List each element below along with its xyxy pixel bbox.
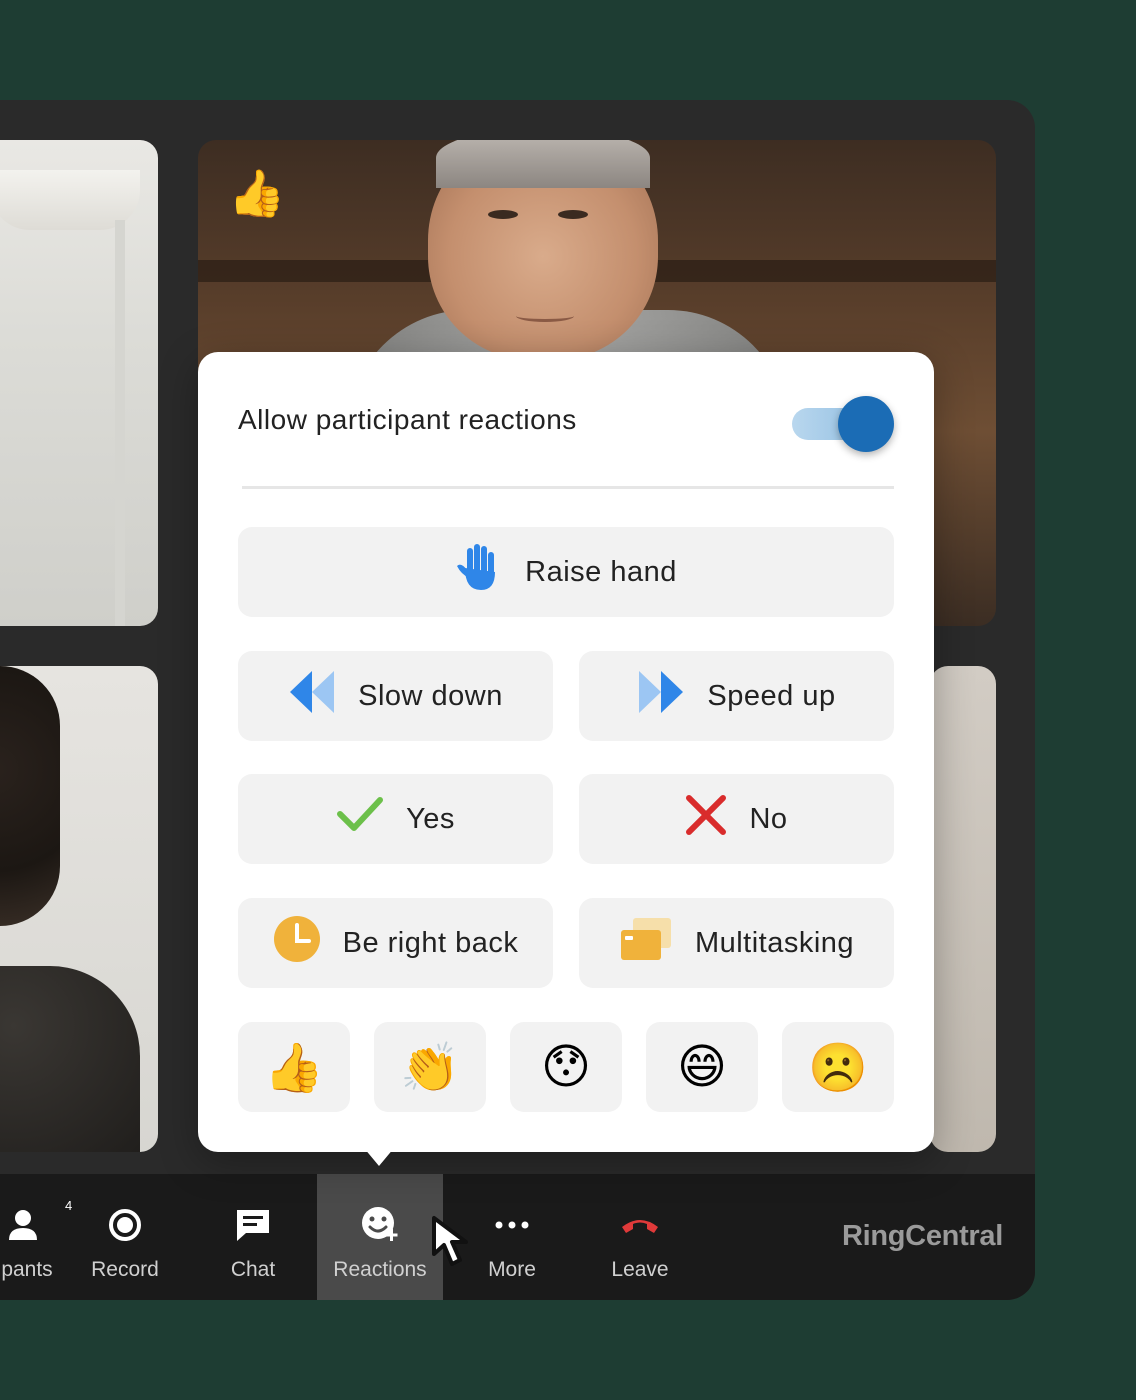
be-right-back-button[interactable]: Be right back	[238, 898, 553, 988]
leave-button[interactable]: Leave	[577, 1174, 703, 1300]
chat-icon	[234, 1204, 272, 1246]
reactions-popover: Allow participant reactions Raise hand S…	[198, 352, 934, 1152]
yes-label: Yes	[406, 802, 455, 835]
no-label: No	[749, 802, 788, 835]
raise-hand-button[interactable]: Raise hand	[238, 527, 894, 617]
video-tile-left-top	[0, 140, 158, 626]
participants-label: pants	[1, 1258, 53, 1281]
rewind-icon	[288, 669, 336, 723]
popover-header: Allow participant reactions	[238, 396, 894, 452]
thumbs-up-emoji-button[interactable]: 👍	[238, 1022, 350, 1112]
brand-logo: RingCentral	[841, 1220, 1003, 1252]
reactions-label: Reactions	[333, 1258, 427, 1281]
lamp-pole	[115, 220, 125, 626]
fast-forward-icon	[637, 669, 685, 723]
check-icon	[336, 796, 384, 842]
toggle-knob	[838, 396, 894, 452]
reactions-smiley-icon	[360, 1204, 400, 1246]
more-dots-icon	[494, 1204, 530, 1246]
record-button[interactable]: Record	[62, 1174, 188, 1300]
record-label: Record	[91, 1258, 159, 1281]
participant-eye-left	[488, 210, 518, 219]
raise-hand-label: Raise hand	[525, 555, 677, 588]
yes-button[interactable]: Yes	[238, 774, 553, 864]
reactions-button[interactable]: Reactions	[317, 1174, 443, 1300]
clapping-emoji-button[interactable]: 👏	[374, 1022, 486, 1112]
chat-button[interactable]: Chat	[190, 1174, 316, 1300]
grinning-emoji-button[interactable]: 😄	[646, 1022, 758, 1112]
raise-hand-icon	[455, 542, 503, 602]
video-tile-right-bottom	[930, 666, 996, 1152]
slow-down-label: Slow down	[358, 679, 503, 712]
participant-eye-right	[558, 210, 588, 219]
multitasking-label: Multitasking	[694, 926, 855, 959]
cross-icon	[685, 794, 727, 844]
thumbs-up-reaction-icon: 👍	[228, 167, 286, 219]
surprised-emoji-button[interactable]: 😯	[510, 1022, 622, 1112]
speed-up-label: Speed up	[707, 679, 836, 712]
allow-reactions-toggle[interactable]	[792, 396, 894, 452]
no-button[interactable]: No	[579, 774, 894, 864]
clock-icon	[273, 915, 321, 971]
multitasking-windows-icon	[619, 916, 673, 970]
slow-down-button[interactable]: Slow down	[238, 651, 553, 741]
hang-up-phone-icon	[620, 1204, 660, 1246]
leave-label: Leave	[611, 1258, 669, 1281]
popover-arrow	[364, 1148, 394, 1166]
participant-body	[0, 966, 140, 1152]
multitasking-button[interactable]: Multitasking	[579, 898, 894, 988]
record-icon	[108, 1204, 142, 1246]
meeting-toolbar: 4 pants Record Chat Reactions More Leave…	[0, 1174, 1035, 1300]
participant-hair	[0, 666, 60, 926]
be-right-back-label: Be right back	[342, 926, 519, 959]
video-tile-left-bottom	[0, 666, 158, 1152]
more-label: More	[488, 1258, 536, 1281]
chat-label: Chat	[230, 1258, 276, 1281]
frowning-emoji-button[interactable]: ☹️	[782, 1022, 894, 1112]
divider	[242, 486, 894, 489]
participant-hairline	[436, 140, 650, 188]
speed-up-button[interactable]: Speed up	[579, 651, 894, 741]
participants-icon: 4	[7, 1198, 72, 1246]
popover-title: Allow participant reactions	[238, 404, 577, 435]
participant-smile	[516, 310, 574, 322]
mouse-cursor-icon	[430, 1214, 480, 1275]
